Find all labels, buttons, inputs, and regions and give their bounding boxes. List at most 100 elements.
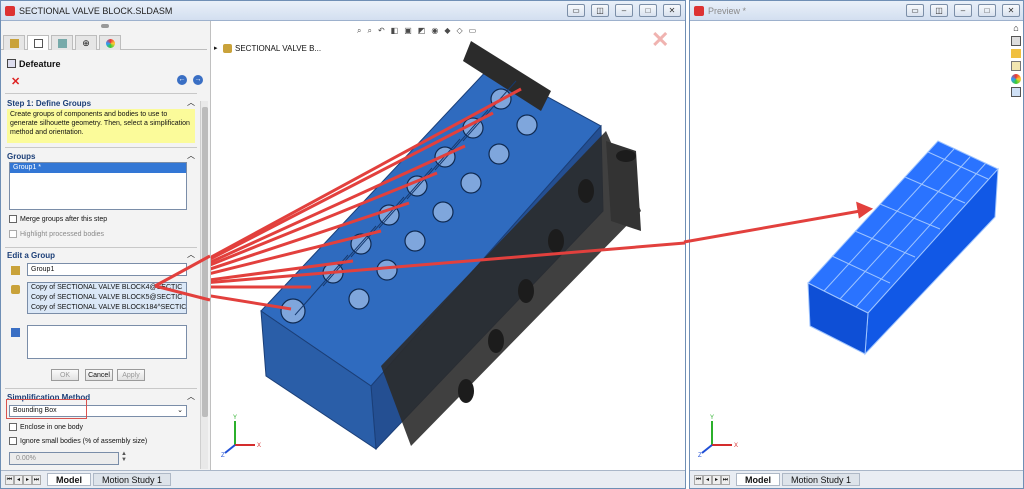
restore-down-icon[interactable]: ▭: [906, 4, 924, 17]
tab-configuration-manager[interactable]: [51, 35, 73, 50]
step1-heading: Step 1: Define Groups: [7, 99, 92, 108]
design-library-icon[interactable]: [1011, 36, 1021, 46]
tab-property-manager[interactable]: [27, 35, 49, 50]
property-manager: ⊕ Defeature ✕ ← → Step 1: Define Groups …: [1, 21, 211, 470]
first-tab-icon[interactable]: ⏮: [5, 474, 14, 485]
list-item[interactable]: Group1 *: [10, 163, 186, 173]
manager-tabs: ⊕: [1, 35, 207, 50]
enclose-checkbox[interactable]: Enclose in one body: [9, 423, 83, 431]
collapse-chevron-icon[interactable]: ︿: [187, 249, 195, 260]
tab-scroll-arrows[interactable]: ⏮ ◂ ▸ ⏭: [5, 474, 41, 485]
prev-tab-icon[interactable]: ◂: [14, 474, 23, 485]
percent-spinner[interactable]: 0.00%: [9, 452, 119, 465]
valve-block-model[interactable]: [211, 21, 685, 470]
checkbox-box[interactable]: [9, 230, 17, 238]
next-tab-icon[interactable]: ▸: [23, 474, 32, 485]
config-icon: [57, 38, 67, 48]
first-tab-icon[interactable]: ⏮: [694, 474, 703, 485]
merge-groups-checkbox[interactable]: Merge groups after this step: [9, 215, 107, 223]
close-button[interactable]: ✕: [1002, 4, 1020, 17]
main-bottom-tabs: ⏮ ◂ ▸ ⏭ Model Motion Study 1: [1, 470, 685, 488]
last-tab-icon[interactable]: ⏭: [32, 474, 41, 485]
scrollbar-thumb[interactable]: [202, 107, 208, 417]
minimize-button[interactable]: –: [615, 4, 633, 17]
tab-feature-manager[interactable]: [3, 35, 25, 50]
merge-groups-label: Merge groups after this step: [20, 215, 108, 223]
bodies-icon: [11, 328, 20, 337]
next-tab-icon[interactable]: ▸: [712, 474, 721, 485]
feature-title: Defeature: [19, 59, 61, 69]
list-item[interactable]: Copy of SECTIONAL VALVE BLOCK5@SECTIC: [28, 293, 186, 303]
bodies-list[interactable]: [27, 325, 187, 359]
pane-collapse-handle[interactable]: [101, 24, 109, 28]
checkbox-box[interactable]: [9, 423, 17, 431]
divider: [5, 247, 197, 248]
collapse-chevron-icon[interactable]: ︿: [187, 97, 195, 108]
main-window: SECTIONAL VALVE BLOCK.SLDASM ▭ ◫ – □ ✕ ⊕…: [0, 0, 686, 489]
tab-model[interactable]: Model: [736, 473, 780, 486]
axis-label-y: Y: [710, 415, 714, 421]
home-icon[interactable]: ⌂: [1013, 23, 1018, 33]
group-name-icon: [11, 266, 20, 275]
tab-dimxpert[interactable]: ⊕: [75, 35, 97, 50]
axis-label-y: Y: [233, 415, 237, 421]
apply-button[interactable]: Apply: [117, 369, 145, 381]
collapse-chevron-icon[interactable]: ︿: [187, 150, 195, 161]
axis-label-x: X: [734, 443, 738, 449]
edit-group-heading: Edit a Group: [7, 251, 55, 260]
view-palette-icon[interactable]: [1011, 61, 1021, 71]
groups-heading: Groups: [7, 152, 36, 161]
tab-display-manager[interactable]: [99, 35, 121, 50]
axis-label-z: Z: [221, 453, 225, 457]
list-item[interactable]: Copy of SECTIONAL VALVE BLOCK4@SECTIC: [28, 283, 186, 293]
restore-down-icon[interactable]: ▭: [567, 4, 585, 17]
custom-properties-icon[interactable]: [1011, 87, 1021, 97]
preview-window: Preview * ▭ ◫ – □ ✕ ⌂ Y X Z ⏮ ◂ ▸ ⏭ Mode…: [689, 0, 1024, 489]
graphics-area[interactable]: ▸ SECTIONAL VALVE B... ⌕ ⌕ ↶ ◧ ▣ ◩ ◉ ◆ ◇…: [211, 21, 685, 470]
pane-scrollbar[interactable]: [200, 101, 208, 469]
close-button[interactable]: ✕: [663, 4, 681, 17]
defeature-icon: [7, 59, 16, 68]
highlight-bodies-checkbox[interactable]: Highlight processed bodies: [9, 230, 104, 238]
checkbox-box[interactable]: [9, 437, 17, 445]
ok-button[interactable]: OK: [51, 369, 79, 381]
tile-icon[interactable]: ◫: [591, 4, 609, 17]
chevron-down-icon[interactable]: ⌄: [177, 406, 183, 416]
components-icon: [11, 285, 20, 294]
collapse-chevron-icon[interactable]: ︿: [187, 391, 195, 402]
list-item[interactable]: Copy of SECTIONAL VALVE BLOCK184^SECTIC: [28, 303, 186, 313]
spinner-arrows-icon[interactable]: ▲ ▼: [121, 451, 127, 463]
tab-model[interactable]: Model: [47, 473, 91, 486]
maximize-button[interactable]: □: [978, 4, 996, 17]
main-titlebar[interactable]: SECTIONAL VALVE BLOCK.SLDASM ▭ ◫ – □ ✕: [1, 1, 685, 21]
group-name-field[interactable]: Group1: [27, 263, 187, 276]
prev-tab-icon[interactable]: ◂: [703, 474, 712, 485]
file-explorer-icon[interactable]: [1011, 49, 1021, 58]
tile-icon[interactable]: ◫: [930, 4, 948, 17]
tab-scroll-arrows[interactable]: ⏮ ◂ ▸ ⏭: [694, 474, 730, 485]
cancel-x-icon[interactable]: ✕: [11, 75, 20, 88]
maximize-button[interactable]: □: [639, 4, 657, 17]
groups-list[interactable]: Group1 *: [9, 162, 187, 210]
preview-titlebar[interactable]: Preview * ▭ ◫ – □ ✕: [690, 1, 1023, 21]
last-tab-icon[interactable]: ⏭: [721, 474, 730, 485]
bounding-box-preview[interactable]: [690, 21, 1008, 470]
color-wheel-icon: [105, 38, 115, 48]
divider: [5, 388, 197, 389]
preview-box: [807, 140, 999, 356]
tab-motion-study[interactable]: Motion Study 1: [782, 473, 861, 486]
axis-label-z: Z: [698, 453, 702, 457]
next-arrow-icon[interactable]: →: [193, 75, 203, 85]
components-list[interactable]: Copy of SECTIONAL VALVE BLOCK4@SECTIC Co…: [27, 282, 187, 314]
back-arrow-icon[interactable]: ←: [177, 75, 187, 85]
ignore-small-checkbox[interactable]: Ignore small bodies (% of assembly size): [9, 437, 147, 445]
appearances-icon[interactable]: [1011, 74, 1021, 84]
cancel-button[interactable]: Cancel: [85, 369, 113, 381]
minimize-button[interactable]: –: [954, 4, 972, 17]
valve-block-body: [260, 41, 641, 451]
checkbox-box[interactable]: [9, 215, 17, 223]
tab-motion-study[interactable]: Motion Study 1: [93, 473, 172, 486]
divider: [5, 93, 197, 94]
axis-label-x: X: [257, 443, 261, 449]
property-icon: [33, 38, 43, 48]
